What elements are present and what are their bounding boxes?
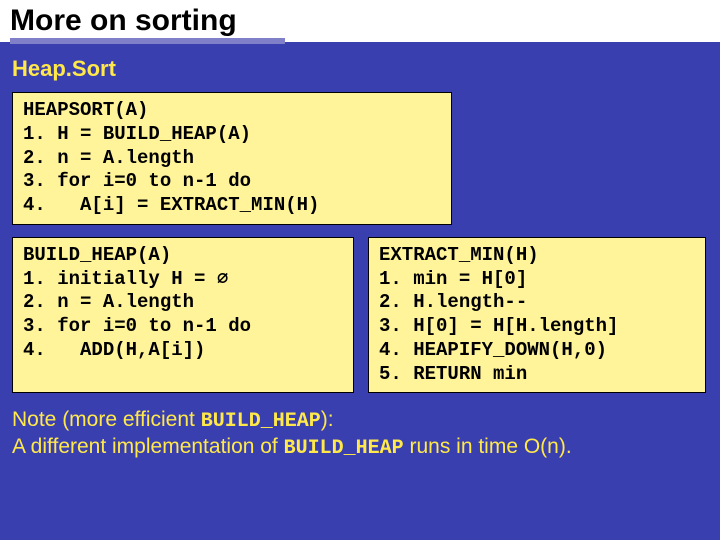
title-underline (10, 38, 285, 44)
footer-note: Note (more efficient BUILD_HEAP): A diff… (0, 407, 720, 461)
note-text-2a: A different implementation of (12, 435, 284, 458)
code-extract-min: EXTRACT_MIN(H) 1. min = H[0] 2. H.length… (368, 237, 706, 394)
note-text-2b: runs in time O(n). (404, 435, 572, 458)
code-row: BUILD_HEAP(A) 1. initially H = ∅ 2. n = … (12, 237, 708, 394)
note-text-1a: Note (more efficient (12, 408, 201, 431)
note-text-1b: ): (321, 408, 334, 431)
content: HEAPSORT(A) 1. H = BUILD_HEAP(A) 2. n = … (0, 92, 720, 393)
title-bar: More on sorting (0, 0, 720, 42)
page-title: More on sorting (10, 4, 237, 38)
subtitle: Heap.Sort (0, 46, 720, 92)
code-heapsort: HEAPSORT(A) 1. H = BUILD_HEAP(A) 2. n = … (12, 92, 452, 225)
note-mono-2: BUILD_HEAP (284, 437, 404, 460)
code-build-heap: BUILD_HEAP(A) 1. initially H = ∅ 2. n = … (12, 237, 354, 394)
note-mono-1: BUILD_HEAP (201, 410, 321, 433)
